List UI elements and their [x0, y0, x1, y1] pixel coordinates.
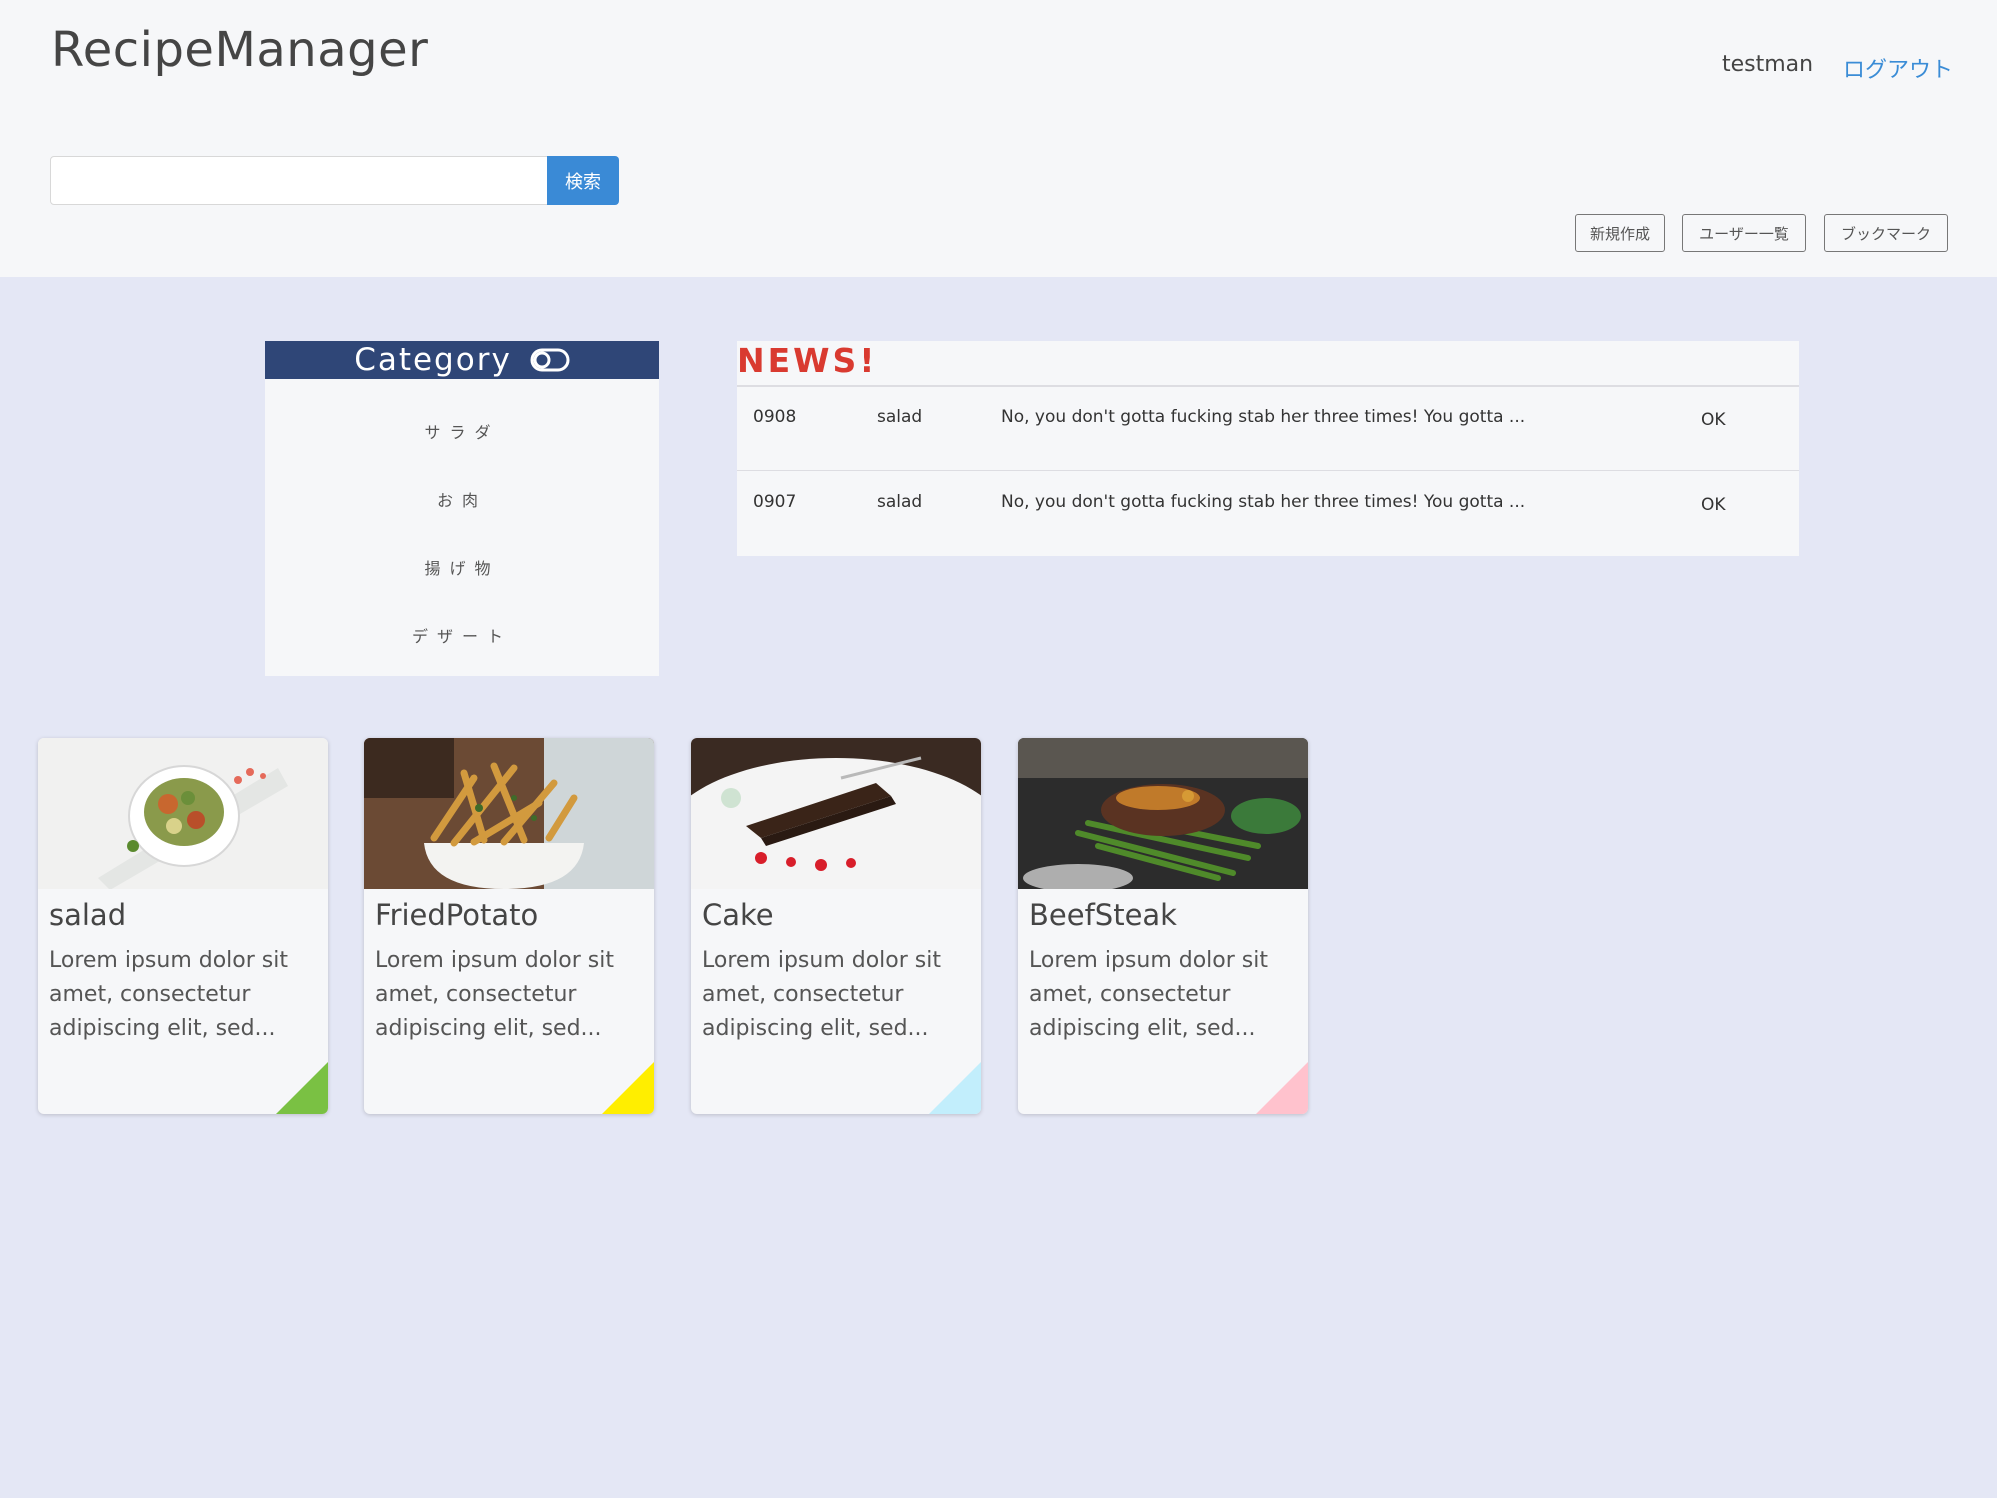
recipe-description: Lorem ipsum dolor sit amet, consectetur … [375, 948, 614, 1041]
category-item-dessert[interactable]: デザート [265, 623, 659, 647]
category-corner-badge [1256, 1062, 1308, 1114]
category-item-salad[interactable]: サラダ [265, 419, 659, 443]
current-user: testman [1722, 52, 1814, 77]
news-ok-button[interactable]: OK [1701, 495, 1726, 515]
steak-photo [1018, 738, 1308, 889]
news-row: 0907 salad No, you don't gotta fucking s… [737, 472, 1799, 556]
news-category: salad [877, 407, 923, 427]
bookmark-button[interactable]: ブックマーク [1824, 214, 1948, 252]
category-header: Category [265, 341, 659, 379]
category-panel: Category サラダ お肉 揚げ物 デザート [265, 341, 659, 676]
user-list-button[interactable]: ユーザー一覧 [1682, 214, 1806, 252]
recipe-card-salad[interactable]: salad Lorem ipsum dolor sit amet, consec… [38, 738, 328, 1114]
recipe-card-beefsteak[interactable]: BeefSteak Lorem ipsum dolor sit amet, co… [1018, 738, 1308, 1114]
news-category: salad [877, 492, 923, 512]
recipe-description: Lorem ipsum dolor sit amet, consectetur … [702, 948, 941, 1041]
recipe-description: Lorem ipsum dolor sit amet, consectetur … [1029, 948, 1268, 1041]
news-panel: NEWS! 0908 salad No, you don't gotta fuc… [737, 341, 1799, 556]
news-ok-button[interactable]: OK [1701, 410, 1726, 430]
header: RecipeManager testman ログアウト 検索 新規作成 ユーザー… [0, 0, 1997, 277]
recipe-title: Cake [702, 898, 774, 932]
category-corner-badge [602, 1062, 654, 1114]
new-recipe-button[interactable]: 新規作成 [1575, 214, 1665, 252]
news-id: 0907 [753, 492, 797, 512]
recipe-description: Lorem ipsum dolor sit amet, consectetur … [49, 948, 288, 1041]
category-corner-badge [929, 1062, 981, 1114]
cake-photo [691, 738, 981, 889]
recipe-card-friedpotato[interactable]: FriedPotato Lorem ipsum dolor sit amet, … [364, 738, 654, 1114]
logout-link[interactable]: ログアウト [1843, 52, 1953, 84]
search-button[interactable]: 検索 [547, 156, 619, 205]
category-item-meat[interactable]: お肉 [265, 487, 659, 511]
toggle-icon[interactable] [530, 348, 570, 372]
news-title: NEWS! [737, 341, 878, 380]
salad-photo [38, 738, 328, 889]
search-input[interactable] [50, 156, 549, 205]
brand-title[interactable]: RecipeManager [51, 22, 428, 78]
recipe-card-cake[interactable]: Cake Lorem ipsum dolor sit amet, consect… [691, 738, 981, 1114]
recipe-title: FriedPotato [375, 898, 539, 932]
fries-photo [364, 738, 654, 889]
recipe-title: salad [49, 898, 127, 932]
category-corner-badge [276, 1062, 328, 1114]
news-message[interactable]: No, you don't gotta fucking stab her thr… [1001, 407, 1525, 427]
news-message[interactable]: No, you don't gotta fucking stab her thr… [1001, 492, 1525, 512]
recipe-title: BeefSteak [1029, 898, 1177, 932]
news-row: 0908 salad No, you don't gotta fucking s… [737, 387, 1799, 471]
category-title: Category [354, 342, 512, 378]
news-id: 0908 [753, 407, 797, 427]
category-item-fried[interactable]: 揚げ物 [265, 555, 659, 579]
